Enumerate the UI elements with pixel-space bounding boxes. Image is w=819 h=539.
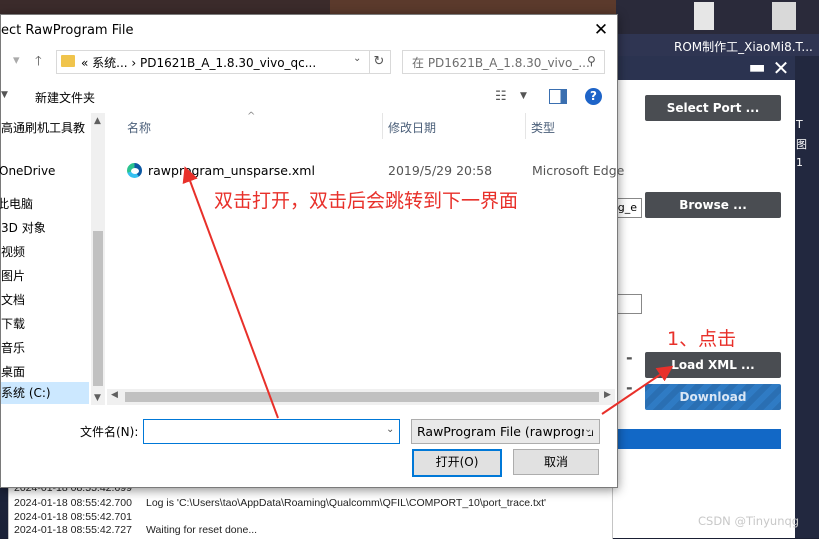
annotation-arrow-loadxml	[601, 365, 674, 415]
annotation-step1-note: 1、点击	[667, 328, 737, 350]
watermark: CSDN @Tinyunqg	[698, 514, 800, 528]
annotation-arrows	[182, 166, 674, 419]
annotation-double-click-note: 双击打开，双击后会跳转到下一界面	[214, 190, 519, 212]
